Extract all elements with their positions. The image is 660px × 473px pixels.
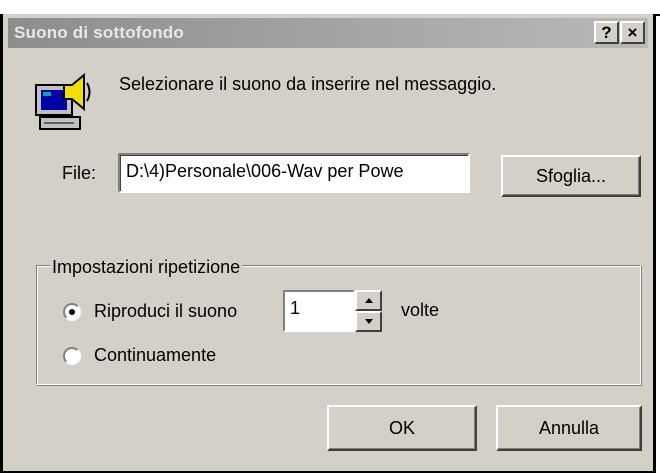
browse-button[interactable]: Sfoglia...: [501, 155, 641, 197]
repeat-settings-legend: Impostazioni ripetizione: [50, 257, 243, 278]
help-button[interactable]: ?: [594, 21, 619, 44]
spin-down-button[interactable]: [355, 311, 382, 332]
dialog-title: Suono di sottofondo: [14, 23, 184, 42]
close-button[interactable]: ×: [620, 21, 645, 44]
play-count-radio[interactable]: [63, 303, 81, 321]
file-label: File:: [62, 163, 97, 183]
instruction-text: Selezionare il suono da inserire nel mes…: [119, 74, 497, 94]
continuous-radio-label[interactable]: Continuamente: [94, 345, 216, 366]
arrow-down-icon: [365, 319, 373, 324]
cancel-button[interactable]: Annulla: [496, 405, 642, 451]
spin-up-button[interactable]: [355, 290, 382, 311]
arrow-up-icon: [365, 298, 373, 303]
speaker-computer-icon: [35, 72, 91, 130]
radio-selected-dot: [69, 309, 75, 315]
continuous-radio[interactable]: [63, 347, 81, 365]
repeat-count-input[interactable]: 1: [283, 290, 355, 332]
ok-button[interactable]: OK: [327, 405, 477, 451]
title-bar[interactable]: Suono di sottofondo ? ×: [8, 18, 648, 48]
times-label: volte: [401, 300, 440, 320]
play-count-radio-label[interactable]: Riproduci il suono: [94, 301, 237, 322]
file-path-input[interactable]: D:\4)Personale\006-Wav per Powe: [118, 153, 470, 193]
